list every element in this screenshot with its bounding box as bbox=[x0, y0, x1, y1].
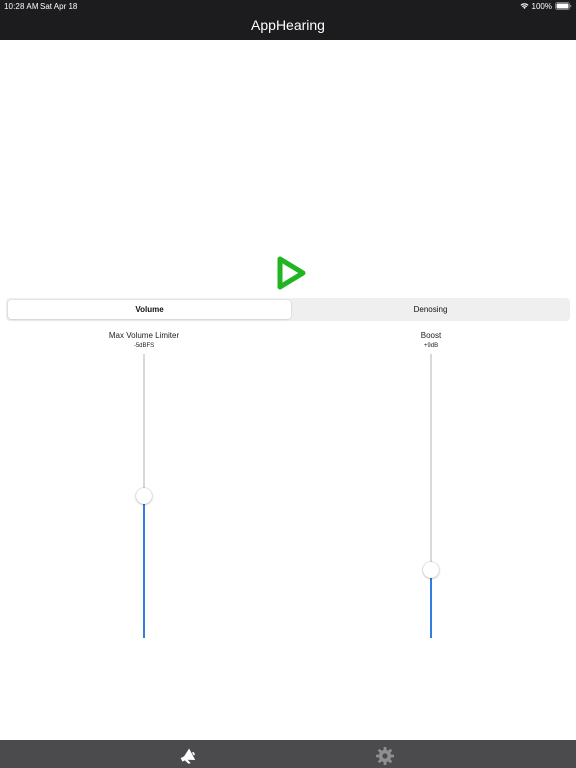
segment-denosing[interactable]: Denosing bbox=[293, 300, 568, 319]
screen: 10:28 AM Sat Apr 18 100% AppHearing Volu… bbox=[0, 0, 576, 768]
battery-percent: 100% bbox=[531, 1, 552, 11]
page-title: AppHearing bbox=[251, 17, 325, 33]
max-volume-limiter-label: Max Volume Limiter bbox=[108, 331, 180, 340]
segment-volume[interactable]: Volume bbox=[8, 300, 291, 319]
tab-hearing[interactable] bbox=[0, 740, 288, 768]
slider-fill bbox=[143, 496, 145, 638]
slider-thumb[interactable] bbox=[136, 488, 152, 504]
boost-slider[interactable] bbox=[423, 354, 439, 638]
wifi-icon bbox=[520, 2, 529, 10]
status-date: Sat Apr 18 bbox=[40, 2, 78, 11]
boost-label: Boost bbox=[420, 331, 442, 340]
tab-settings[interactable] bbox=[288, 740, 576, 768]
boost-value: +9dB bbox=[423, 343, 439, 349]
battery-icon bbox=[555, 2, 572, 10]
play-icon bbox=[277, 256, 306, 290]
slider-fill bbox=[430, 569, 432, 638]
max-volume-limiter-slider[interactable] bbox=[136, 354, 152, 638]
top-bar: 10:28 AM Sat Apr 18 100% AppHearing bbox=[0, 0, 576, 40]
max-volume-limiter-value: -5dBFS bbox=[133, 343, 155, 349]
megaphone-icon bbox=[178, 746, 198, 766]
slider-thumb[interactable] bbox=[423, 561, 439, 578]
play-button[interactable] bbox=[274, 254, 308, 292]
status-right: 100% bbox=[520, 1, 572, 11]
status-time: 10:28 AM bbox=[4, 2, 39, 11]
mode-segmented-control: Volume Denosing bbox=[6, 298, 570, 321]
tab-bar bbox=[0, 740, 576, 768]
gear-icon bbox=[375, 746, 395, 766]
